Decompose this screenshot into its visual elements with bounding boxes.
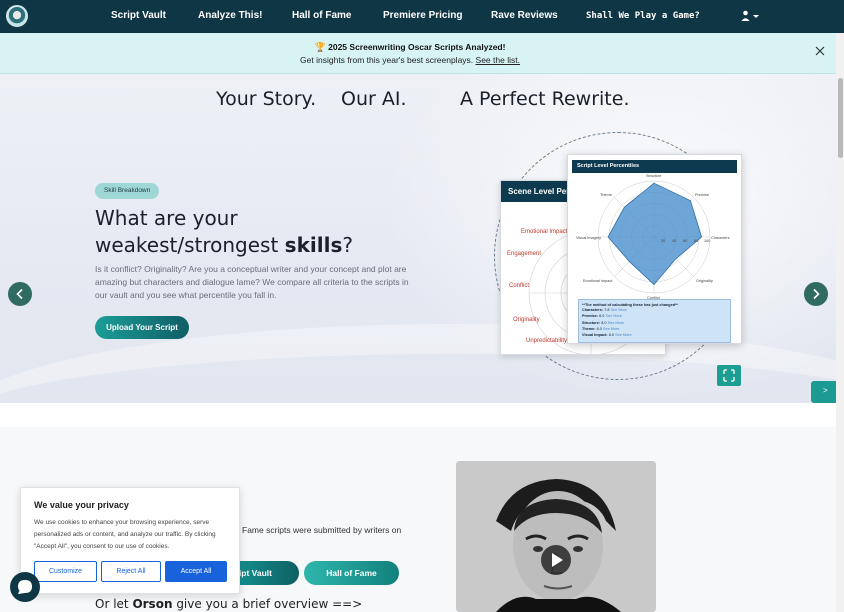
cookie-title: We value your privacy	[34, 500, 129, 510]
radar-axis-label: Theme	[600, 193, 612, 197]
skill-breakdown-badge: Skill Breakdown	[95, 183, 160, 199]
play-icon	[552, 553, 563, 567]
play-button[interactable]	[541, 545, 571, 575]
orson-overview-text: Or let Orson give you a brief overview =…	[95, 597, 363, 611]
see-more-link[interactable]: See More	[615, 333, 631, 337]
radar-axis-label: Characters	[711, 236, 730, 240]
side-panel-tab[interactable]: >	[811, 381, 836, 403]
hero-description: Is it conflict? Originality? Are you a c…	[95, 264, 409, 300]
radar-tick: 20	[661, 239, 666, 243]
scene-label: Engagement	[507, 251, 542, 257]
tagline-perfect-rewrite: A Perfect Rewrite.	[460, 88, 630, 110]
hero-heading: What are your weakest/strongest skills?	[95, 206, 353, 257]
radar-axis-label: Premise	[695, 193, 709, 197]
site-logo[interactable]	[6, 5, 28, 27]
radar-axis-label: Originality	[696, 279, 713, 283]
orson-portrait	[456, 461, 656, 612]
intro-text: Fame scripts were submitted by writers o…	[242, 525, 402, 535]
customize-button[interactable]: Customize	[34, 561, 97, 582]
tagline-your-story: Your Story.	[216, 88, 317, 110]
chat-bubble-icon	[18, 580, 32, 594]
nav-script-vault[interactable]: Script Vault	[111, 10, 166, 21]
cookie-consent-dialog: We value your privacy We use cookies to …	[20, 487, 240, 594]
expand-button[interactable]	[717, 365, 741, 386]
see-list-link[interactable]: See the list.	[476, 55, 520, 65]
chevron-right-icon	[813, 288, 820, 300]
nav-rave-reviews[interactable]: Rave Reviews	[491, 10, 558, 21]
cookie-body: We use cookies to enhance your browsing …	[34, 519, 216, 550]
top-navbar: Script Vault Analyze This! Hall of Fame …	[0, 0, 844, 33]
chevron-left-icon	[16, 288, 23, 300]
radar-axis-label: Visual Imagery	[576, 236, 602, 240]
trophy-icon: 🏆	[314, 42, 326, 52]
user-menu-icon[interactable]	[741, 10, 759, 22]
scene-label: Unpredictability	[526, 338, 568, 344]
scrollbar-thumb[interactable]	[838, 78, 843, 158]
radar-tick: 60	[683, 239, 688, 243]
announcement-bar: 🏆 2025 Screenwriting Oscar Scripts Analy…	[0, 33, 844, 74]
scene-label: Emotional Impact	[521, 229, 568, 235]
radar-tick: 100	[704, 239, 711, 243]
see-more-link[interactable]: See More	[605, 314, 621, 318]
radar-area	[607, 182, 703, 286]
scene-label: Originality	[513, 317, 540, 323]
announcement-subtitle: Get insights from this year's best scree…	[300, 55, 474, 65]
percentile-row: Visual Impact: 8.0 See More	[582, 333, 632, 338]
carousel-prev-button[interactable]	[8, 282, 32, 306]
see-more-link[interactable]: See More	[611, 308, 627, 312]
announcement-title: 2025 Screenwriting Oscar Scripts Analyze…	[328, 42, 506, 52]
nav-analyze-this[interactable]: Analyze This!	[198, 10, 262, 21]
chat-widget-button[interactable]	[10, 572, 40, 602]
tagline-our-ai: Our AI.	[341, 88, 407, 110]
radar-tick: 40	[672, 239, 677, 243]
radar-tick: 80	[694, 239, 699, 243]
hall-of-fame-button[interactable]: Hall of Fame	[304, 561, 399, 585]
reject-all-button[interactable]: Reject All	[101, 561, 161, 582]
close-icon[interactable]	[814, 45, 826, 57]
hero-carousel: Your Story. Our AI. A Perfect Rewrite. S…	[0, 74, 836, 403]
accept-all-button[interactable]: Accept All	[165, 561, 227, 582]
carousel-next-button[interactable]	[804, 282, 828, 306]
nav-hall-of-fame[interactable]: Hall of Fame	[292, 10, 351, 21]
nav-shall-we-play[interactable]: Shall We Play a Game?	[586, 11, 700, 21]
see-more-link[interactable]: See More	[603, 327, 619, 331]
expand-icon	[723, 369, 735, 382]
percentile-info-box: **The method of calculating these has ju…	[578, 299, 731, 343]
radar-axis-label: Structure	[646, 174, 662, 178]
nav-premiere-pricing[interactable]: Premiere Pricing	[383, 10, 462, 21]
upload-script-button[interactable]: Upload Your Script	[95, 316, 189, 339]
scene-label: Conflict	[509, 283, 530, 289]
see-more-link[interactable]: See More	[608, 321, 624, 325]
radar-axis-label: Emotional Impact	[583, 279, 613, 283]
orson-video[interactable]	[456, 461, 656, 612]
